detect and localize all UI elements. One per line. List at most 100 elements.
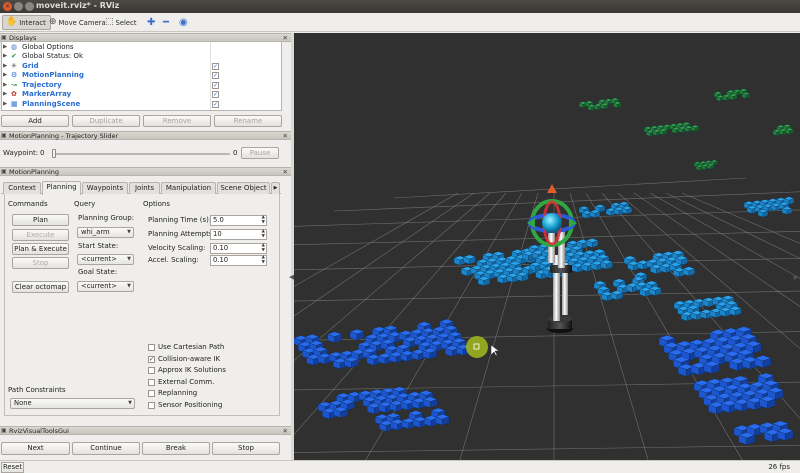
tool-properties-button[interactable]: ◉	[176, 15, 192, 30]
continue-button[interactable]: Continue	[72, 442, 140, 455]
expand-arrow-icon[interactable]: ▶	[3, 81, 7, 91]
interact-tool-button[interactable]: ✋ Interact	[2, 15, 51, 30]
marker-sphere[interactable]	[542, 213, 562, 233]
close-panel-icon[interactable]: ✕	[283, 34, 288, 42]
expand-arrow-icon[interactable]: ▶	[3, 52, 7, 62]
plan-button[interactable]: Plan	[12, 214, 69, 226]
tab-waypoints[interactable]: Waypoints	[82, 182, 128, 194]
execute-button[interactable]: Execute	[12, 229, 69, 241]
close-panel-icon[interactable]: ✕	[283, 168, 288, 176]
commands-section-title: Commands	[8, 200, 48, 208]
tab-context[interactable]: Context	[3, 182, 41, 194]
checkbox[interactable]	[148, 390, 155, 398]
voxel	[327, 331, 343, 343]
expand-arrow-icon[interactable]: ▶	[3, 71, 7, 81]
select-tool-button[interactable]: ⬚ Select	[102, 15, 140, 30]
status-bar: Reset 26 fps	[0, 460, 800, 473]
expand-arrow-icon[interactable]: ▶	[3, 90, 7, 100]
checkbox[interactable]	[148, 367, 155, 375]
plan-and-execute-button[interactable]: Plan & Execute	[12, 243, 69, 255]
voxel	[585, 238, 599, 248]
path-constraints-select[interactable]: None ▼	[10, 398, 135, 409]
checkbox[interactable]	[148, 344, 155, 351]
checkbox[interactable]	[148, 402, 155, 409]
start-state-select[interactable]: <current> ▼	[77, 254, 134, 265]
display-item-label: Global Options	[22, 42, 74, 51]
stop-visual-tools-button[interactable]: Stop	[212, 442, 280, 455]
spin-arrows-icon: ▲ ▼	[261, 255, 265, 265]
panel-icon: ▣	[1, 132, 7, 139]
close-panel-icon[interactable]: ✕	[283, 132, 288, 140]
tab-manipulation[interactable]: Manipulation	[161, 182, 216, 194]
add-display-button[interactable]: Add	[1, 115, 69, 127]
tab-scene-object[interactable]: Scene Object	[217, 182, 270, 194]
voxel	[738, 432, 756, 446]
checkbox[interactable]: ✓	[148, 355, 155, 363]
checkbox[interactable]	[148, 378, 155, 386]
minimize-window-button[interactable]	[14, 2, 23, 11]
break-button[interactable]: Break	[142, 442, 210, 455]
planning-group-select[interactable]: whi_arm ▼	[77, 227, 134, 238]
accel-scaling-spinbox[interactable]: 0.10 ▲ ▼	[210, 255, 267, 266]
reset-button[interactable]: Reset	[1, 462, 24, 473]
3d-viewport[interactable]: ▶	[294, 33, 800, 460]
clear-octomap-button[interactable]: Clear octomap	[12, 281, 69, 293]
expand-arrow-icon[interactable]: ▶	[3, 43, 7, 53]
rename-display-button[interactable]: Rename	[214, 115, 282, 127]
display-item-motionplanning[interactable]: ▶ ⚙ MotionPlanning ✓	[2, 71, 281, 81]
marker-arrow-up[interactable]	[547, 184, 557, 193]
display-item-trajectory[interactable]: ▶ ↝ Trajectory ✓	[2, 81, 281, 91]
display-enabled-checkbox[interactable]: ✓	[212, 62, 219, 70]
checkbox-label: Approx IK Solutions	[158, 366, 226, 375]
camera-icon: ⊕	[49, 17, 57, 27]
add-tool-button[interactable]: ✚	[144, 15, 159, 30]
close-window-button[interactable]: ✕	[3, 2, 12, 11]
planning-time-spinbox[interactable]: 5.0 ▲ ▼	[210, 215, 267, 226]
chevron-down-icon: ▼	[127, 256, 131, 262]
goal-state-select[interactable]: <current> ▼	[77, 281, 134, 292]
main-toolbar: ✋ Interact ⊕ Move Camera ⬚ Select ✚ ━ ◉	[0, 13, 800, 32]
path-constraints-label: Path Constraints	[8, 386, 66, 394]
checkbox-label: Collision-aware IK	[158, 354, 221, 363]
move-camera-tool-button[interactable]: ⊕ Move Camera	[46, 15, 110, 30]
tab-planning[interactable]: Planning	[42, 181, 81, 195]
waypoint-slider-handle[interactable]	[52, 149, 56, 158]
display-enabled-checkbox[interactable]: ✓	[212, 81, 219, 89]
collapse-right-icon[interactable]: ▶	[794, 273, 799, 281]
remove-tool-button[interactable]: ━	[160, 15, 173, 30]
velocity-scaling-value: 0.10	[213, 244, 229, 252]
display-item-markerarray[interactable]: ▶ ✿ MarkerArray ✓	[2, 90, 281, 100]
display-item-global-options[interactable]: ▶ ◍ Global Options	[2, 43, 281, 53]
maximize-window-button[interactable]	[25, 2, 34, 11]
stop-button[interactable]: Stop	[12, 257, 69, 269]
panel-icon: ▣	[1, 168, 7, 175]
display-item-global-status-ok[interactable]: ▶ ✔ Global Status: Ok	[2, 52, 281, 62]
close-panel-icon[interactable]: ✕	[283, 427, 288, 435]
next-button[interactable]: Next	[1, 442, 70, 455]
display-item-planningscene[interactable]: ▶ ▦ PlanningScene ✓	[2, 100, 281, 110]
window-title: moveit.rviz* - RViz	[36, 1, 120, 10]
tab-joints[interactable]: Joints	[129, 182, 160, 194]
scene-render[interactable]	[294, 33, 800, 460]
display-enabled-checkbox[interactable]: ✓	[212, 91, 219, 98]
waypoint-current-value: 0	[40, 149, 45, 157]
expand-arrow-icon[interactable]: ▶	[3, 62, 7, 72]
waypoint-slider-track[interactable]	[52, 153, 230, 155]
display-enabled-checkbox[interactable]: ✓	[212, 72, 219, 79]
display-item-grid[interactable]: ▶ ✳ Grid ✓	[2, 62, 281, 72]
chevron-down-icon: ▼	[127, 229, 131, 235]
chevron-down-icon: ▼	[128, 400, 132, 406]
remove-display-button[interactable]: Remove	[143, 115, 211, 127]
planning-attempts-spinbox[interactable]: 10 ▲ ▼	[210, 229, 267, 240]
globe-icon: ◍	[11, 42, 18, 51]
voxel	[728, 93, 738, 101]
pause-button[interactable]: Pause	[241, 147, 279, 159]
tab-scroll-right-icon[interactable]: ▶	[271, 182, 280, 194]
expand-arrow-icon[interactable]: ▶	[3, 100, 7, 110]
display-enabled-checkbox[interactable]: ✓	[212, 100, 219, 108]
duplicate-display-button[interactable]: Duplicate	[72, 115, 140, 127]
rviz-visual-tools-title: RvizVisualToolsGui	[9, 427, 69, 435]
voxel	[754, 355, 772, 368]
trajectory-slider-panel-header: ▣ MotionPlanning - Trajectory Slider ✕	[0, 131, 291, 140]
velocity-scaling-spinbox[interactable]: 0.10 ▲ ▼	[210, 243, 267, 254]
